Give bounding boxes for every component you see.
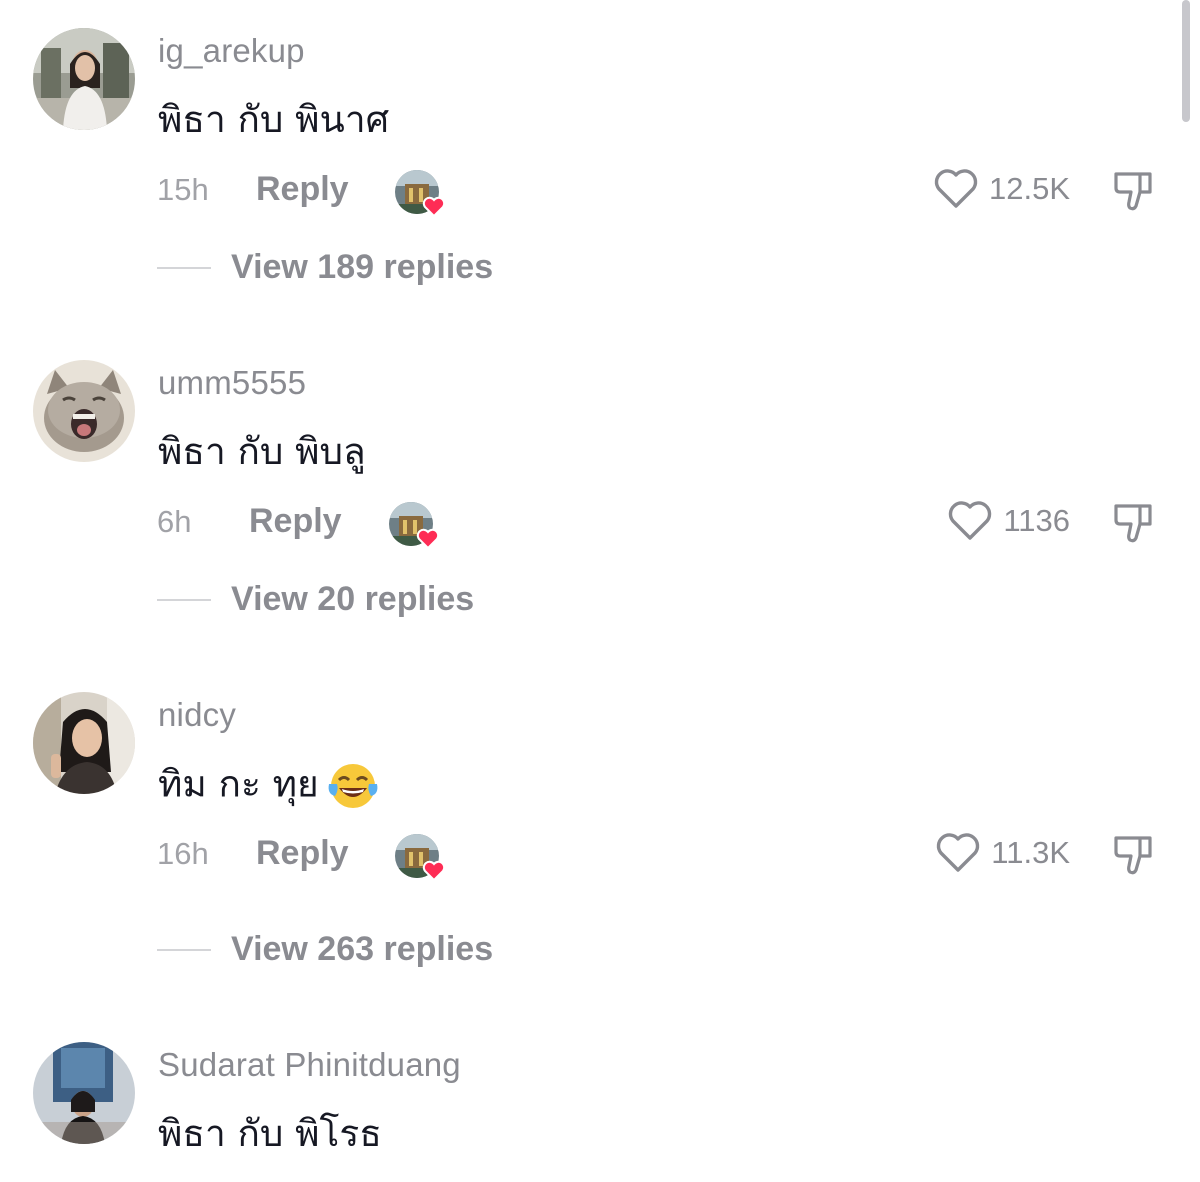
- like-count: 11.3K: [991, 835, 1070, 870]
- comment-item: Sudarat Phinitduang พิธา กับ พิโรธ: [0, 1014, 1180, 1182]
- heart-badge-icon: [422, 860, 446, 882]
- heart-outline-icon: [949, 501, 992, 540]
- replies-divider: [157, 266, 211, 269]
- like-count: 1136: [1003, 503, 1070, 538]
- face-with-tears-of-joy-icon: [328, 764, 378, 808]
- reply-button[interactable]: Reply: [256, 834, 349, 873]
- comment-text: ทิม กะ ทุย: [158, 760, 379, 812]
- comment-username[interactable]: ig_arekup: [158, 32, 305, 70]
- comment-item: ig_arekup พิธา กับ พินาศ 15h Reply 12.5K: [0, 0, 1180, 330]
- comment-text: พิธา กับ พิโรธ: [158, 1112, 382, 1155]
- creator-liked-badge: [395, 170, 447, 218]
- thumbs-down-icon: [1114, 504, 1152, 543]
- replies-divider: [157, 948, 211, 951]
- comment-time: 15h: [157, 172, 209, 207]
- heart-outline-icon: [934, 169, 978, 208]
- comment-username[interactable]: umm5555: [158, 364, 306, 402]
- comment-username[interactable]: nidcy: [158, 696, 236, 734]
- view-replies-label: View 189 replies: [231, 248, 494, 286]
- comment-username[interactable]: Sudarat Phinitduang: [158, 1046, 461, 1084]
- thumbs-down-icon: [1114, 172, 1152, 211]
- like-button[interactable]: 11.3K: [935, 832, 1070, 874]
- like-count: 12.5K: [988, 171, 1070, 206]
- like-button[interactable]: 1136: [947, 500, 1070, 542]
- view-replies-button[interactable]: View 189 replies: [157, 248, 493, 287]
- avatar[interactable]: [33, 28, 135, 130]
- heart-badge-icon: [416, 528, 440, 550]
- scrollbar[interactable]: [1182, 0, 1190, 122]
- view-replies-label: View 263 replies: [231, 930, 494, 968]
- comment-text-body: ทิม กะ ทุย: [158, 762, 319, 806]
- avatar[interactable]: [33, 1042, 135, 1144]
- heart-outline-icon: [937, 833, 980, 872]
- avatar[interactable]: [33, 692, 135, 794]
- comment-text: พิธา กับ พินาศ: [158, 98, 390, 141]
- dislike-button[interactable]: [1110, 168, 1156, 214]
- view-replies-button[interactable]: View 263 replies: [157, 930, 493, 969]
- comment-item: nidcy ทิม กะ ทุย 16h Reply 11.3K View 26…: [0, 664, 1180, 994]
- comment-item: umm5555 พิธา กับ พิบลู 6h Reply 1136 Vie…: [0, 332, 1180, 662]
- replies-divider: [157, 598, 211, 601]
- creator-liked-badge: [389, 502, 441, 550]
- reply-button[interactable]: Reply: [249, 502, 342, 541]
- thumbs-down-icon: [1114, 836, 1152, 875]
- view-replies-button[interactable]: View 20 replies: [157, 580, 474, 619]
- comment-time: 6h: [157, 504, 192, 539]
- avatar[interactable]: [33, 360, 135, 462]
- like-button[interactable]: 12.5K: [933, 168, 1070, 210]
- comment-time: 16h: [157, 836, 209, 871]
- creator-liked-badge: [395, 834, 447, 882]
- heart-badge-icon: [422, 196, 446, 218]
- dislike-button[interactable]: [1110, 500, 1156, 546]
- dislike-button[interactable]: [1110, 832, 1156, 878]
- comment-text: พิธา กับ พิบลู: [158, 430, 366, 473]
- reply-button[interactable]: Reply: [256, 170, 349, 209]
- view-replies-label: View 20 replies: [231, 580, 475, 618]
